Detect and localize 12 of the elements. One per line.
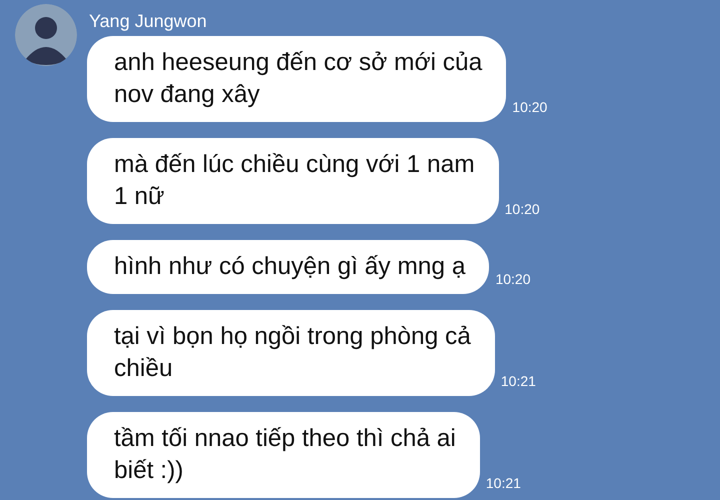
contact-name: Yang Jungwon — [89, 10, 208, 32]
message-bubble: mà đến lúc chiều cùng với 1 nam 1 nữ — [87, 138, 499, 224]
message-time: 10:21 — [500, 372, 536, 391]
avatar-icon[interactable] — [15, 4, 77, 66]
message-time: 10:20 — [504, 200, 540, 219]
message-bubble: anh heeseung đến cơ sở mới của nov đang xây — [87, 36, 506, 122]
message-time: 10:20 — [495, 270, 531, 289]
message-bubble: tại vì bọn họ ngồi trong phòng cả chiều — [87, 310, 495, 396]
message-bubble: tầm tối nnao tiếp theo thì chả ai biết :)) — [87, 412, 480, 498]
message-time: 10:20 — [512, 98, 548, 117]
message-time: 10:21 — [486, 474, 521, 493]
message-bubble: hình như có chuyện gì ấy mng ạ — [87, 240, 490, 294]
